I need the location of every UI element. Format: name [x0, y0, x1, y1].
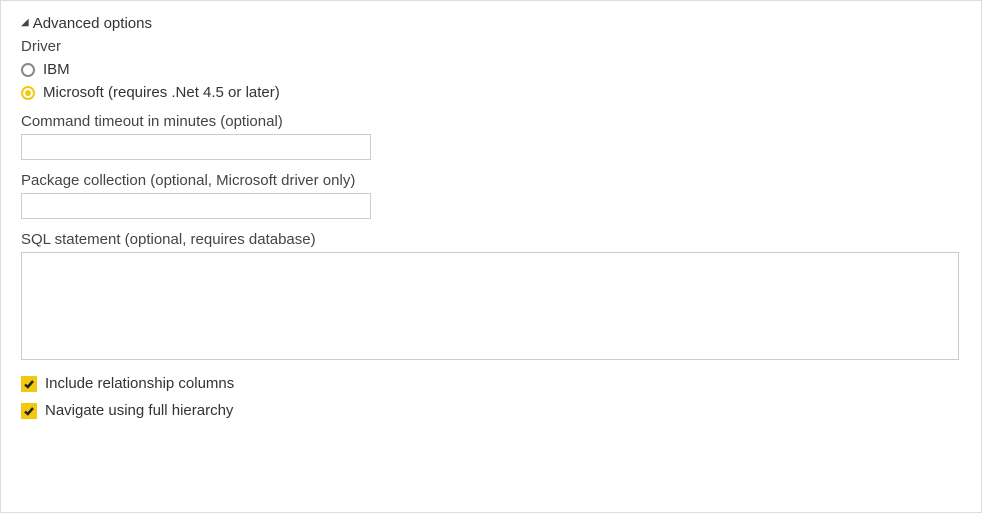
- command-timeout-label: Command timeout in minutes (optional): [21, 113, 961, 130]
- checkbox-checked-icon: [21, 376, 37, 392]
- section-title: Advanced options: [33, 15, 152, 32]
- include-relationship-row[interactable]: Include relationship columns: [21, 375, 961, 392]
- radio-icon: [21, 86, 35, 100]
- driver-group: Driver IBM Microsoft (requires .Net 4.5 …: [21, 38, 961, 101]
- driver-radio-ibm-row[interactable]: IBM: [21, 61, 961, 78]
- advanced-options-panel: ◢ Advanced options Driver IBM Microsoft …: [0, 0, 982, 513]
- advanced-options-toggle[interactable]: ◢ Advanced options: [21, 15, 961, 32]
- package-collection-label: Package collection (optional, Microsoft …: [21, 172, 961, 189]
- navigate-hierarchy-row[interactable]: Navigate using full hierarchy: [21, 402, 961, 419]
- sql-statement-label: SQL statement (optional, requires databa…: [21, 231, 961, 248]
- command-timeout-block: Command timeout in minutes (optional): [21, 113, 961, 160]
- sql-statement-input[interactable]: [21, 252, 959, 360]
- driver-radio-ibm-label: IBM: [43, 61, 70, 78]
- radio-icon: [21, 63, 35, 77]
- include-relationship-label: Include relationship columns: [45, 375, 234, 392]
- package-collection-block: Package collection (optional, Microsoft …: [21, 172, 961, 219]
- command-timeout-input[interactable]: [21, 134, 371, 160]
- navigate-hierarchy-label: Navigate using full hierarchy: [45, 402, 233, 419]
- checkbox-checked-icon: [21, 403, 37, 419]
- driver-radio-microsoft-row[interactable]: Microsoft (requires .Net 4.5 or later): [21, 84, 961, 101]
- sql-statement-block: SQL statement (optional, requires databa…: [21, 231, 961, 363]
- package-collection-input[interactable]: [21, 193, 371, 219]
- driver-radio-microsoft-label: Microsoft (requires .Net 4.5 or later): [43, 84, 280, 101]
- driver-label: Driver: [21, 38, 961, 55]
- collapse-icon: ◢: [21, 17, 29, 28]
